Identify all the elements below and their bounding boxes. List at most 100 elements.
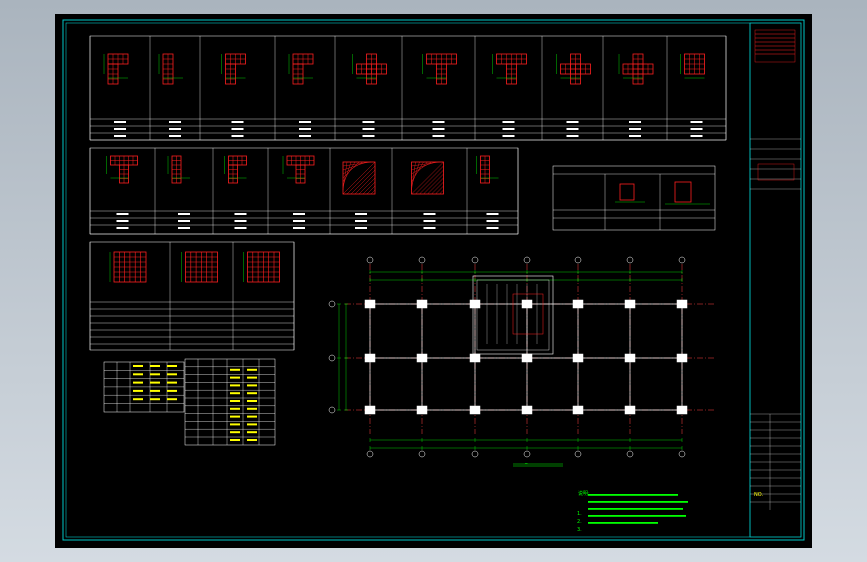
legend-cell-text <box>230 431 240 434</box>
column-marker <box>521 353 533 363</box>
legend-cell-text <box>167 365 177 367</box>
column-marker <box>364 405 376 415</box>
column-marker <box>676 353 688 363</box>
grid-bubble <box>678 256 686 264</box>
legend-cell-text <box>230 407 240 410</box>
table-cell-text <box>566 135 579 137</box>
table-cell-text <box>114 135 126 137</box>
legend-cell-text <box>150 398 160 401</box>
legend-cell-text <box>150 373 160 376</box>
hatch-line <box>435 185 444 195</box>
table-cell-text <box>169 128 181 130</box>
hatch-line <box>370 189 376 195</box>
grid-bubble <box>328 406 336 414</box>
table-cell-text <box>231 135 244 137</box>
table-cell-text <box>423 220 436 222</box>
table-cell-text <box>362 128 375 130</box>
legend-cell-text <box>133 365 143 367</box>
grid-bubble <box>626 256 634 264</box>
hatch-line <box>358 177 376 195</box>
drawing-sheet <box>62 19 805 541</box>
hatch-line <box>346 165 376 195</box>
table-cell-text <box>116 213 129 215</box>
column-marker <box>572 353 584 363</box>
table-cell-text <box>629 135 641 137</box>
legend-cell-text <box>230 368 240 371</box>
legend-cell-text <box>230 415 240 418</box>
legend-cell-text <box>230 384 240 387</box>
grid-bubble <box>328 354 336 362</box>
table-cell-text <box>432 121 445 123</box>
legend-cell-text <box>247 431 257 434</box>
table-cell-text <box>234 227 247 229</box>
column-marker <box>521 405 533 415</box>
legend-cell-text <box>150 365 160 367</box>
grid-bubble <box>523 450 531 458</box>
hatch-line <box>439 189 444 195</box>
column-marker <box>469 353 481 363</box>
table-cell-text <box>355 213 367 215</box>
table-cell-text <box>178 220 190 222</box>
table-cell-text <box>114 121 126 123</box>
grid-bubble <box>471 450 479 458</box>
titleblock-stamp <box>757 163 795 181</box>
legend-cell-text <box>150 389 160 392</box>
table-cell-text <box>116 227 129 229</box>
legend-cell-text <box>247 415 257 418</box>
table-cell-text <box>362 135 375 137</box>
note-line-1: 1. <box>577 511 582 517</box>
grid-bubble <box>418 450 426 458</box>
legend-cell-text <box>230 376 240 379</box>
column-marker <box>676 405 688 415</box>
table-cell-text <box>423 213 436 215</box>
column-marker <box>624 353 636 363</box>
detail-section <box>674 181 692 203</box>
legend-cell-text <box>230 439 240 441</box>
model-space-canvas[interactable]: NO. 说明: 1. 2. 3. _ <box>55 14 812 548</box>
legend-cell-text <box>167 398 177 401</box>
hatch-line <box>342 161 360 179</box>
legend-cell-text <box>247 392 257 395</box>
cad-application: NO. 说明: 1. 2. 3. _ <box>0 0 867 562</box>
grid-bubble <box>366 450 374 458</box>
legend-cell-text <box>247 407 257 410</box>
legend-cell-text <box>167 373 177 376</box>
hatch-line <box>411 161 444 195</box>
table-cell-text <box>502 121 515 123</box>
note-text-line <box>588 501 688 503</box>
legend-cell-text <box>230 392 240 395</box>
table-cell-text <box>629 128 641 130</box>
legend-cell-text <box>247 423 257 426</box>
note-line-2: 2. <box>577 519 582 525</box>
column-marker <box>676 299 688 309</box>
grid-bubble <box>574 256 582 264</box>
table-cell-text <box>293 213 305 215</box>
legend-cell-text <box>230 423 240 426</box>
legend-cell-text <box>133 398 143 401</box>
legend-cell-text <box>247 384 257 387</box>
column-marker <box>572 405 584 415</box>
table-cell-text <box>231 121 244 123</box>
note-text-line <box>588 515 686 517</box>
note-text-line <box>588 522 658 524</box>
legend-cell-text <box>167 389 177 392</box>
table-cell-text <box>234 220 247 222</box>
legend-cell-text <box>133 389 143 392</box>
grid-bubble <box>366 256 374 264</box>
hatch-line <box>354 173 376 195</box>
column-marker <box>624 299 636 309</box>
legend-cell-text <box>167 381 177 384</box>
legend-cell-text <box>133 373 143 376</box>
grid-bubble <box>328 300 336 308</box>
table-cell-text <box>178 213 190 215</box>
notes-title: 说明: <box>578 491 590 497</box>
table-cell-text <box>432 135 445 137</box>
table-cell-text <box>114 128 126 130</box>
column-marker <box>469 405 481 415</box>
table-cell-text <box>432 128 445 130</box>
legend-cell-text <box>247 400 257 402</box>
note-line-3: 3. <box>577 527 582 533</box>
table-cell-text <box>234 213 247 215</box>
column-marker <box>364 353 376 363</box>
table-cell-text <box>178 227 190 229</box>
